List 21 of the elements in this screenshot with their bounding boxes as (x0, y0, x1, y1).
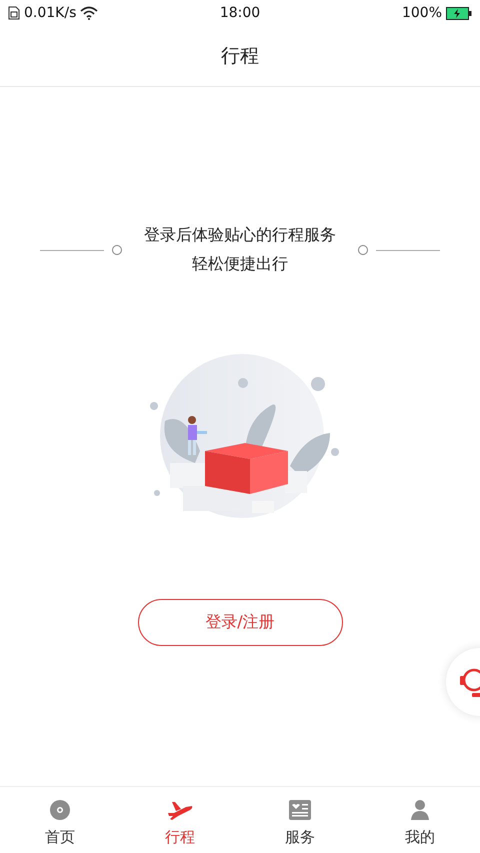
prompt-text: 轻松便捷出行 (192, 254, 288, 275)
page-title: 行程 (0, 26, 480, 87)
newspaper-icon (289, 800, 311, 820)
prompt-text: 登录后体验贴心的行程服务 (144, 225, 336, 246)
battery-charging-icon (446, 6, 472, 20)
tab-button[interactable]: 行程 (120, 787, 240, 853)
headset-icon (460, 667, 480, 697)
login-register-button[interactable]: 登录/注册 (138, 599, 342, 646)
wifi-icon (80, 6, 98, 20)
tab-button[interactable]: 首页 (0, 787, 120, 853)
tab-button[interactable]: 我的 (360, 787, 480, 853)
tab-button[interactable]: 服务 (240, 787, 360, 853)
person-icon (410, 799, 430, 821)
circle-dot (358, 245, 368, 255)
sim-icon (8, 6, 20, 20)
disc-icon (49, 799, 71, 821)
clock-time: 18:00 (220, 5, 260, 21)
battery-percent: 100% (402, 5, 442, 21)
airplane-icon (166, 799, 194, 821)
network-speed: 0.01K/s (24, 5, 76, 21)
circle-dot (112, 245, 122, 255)
